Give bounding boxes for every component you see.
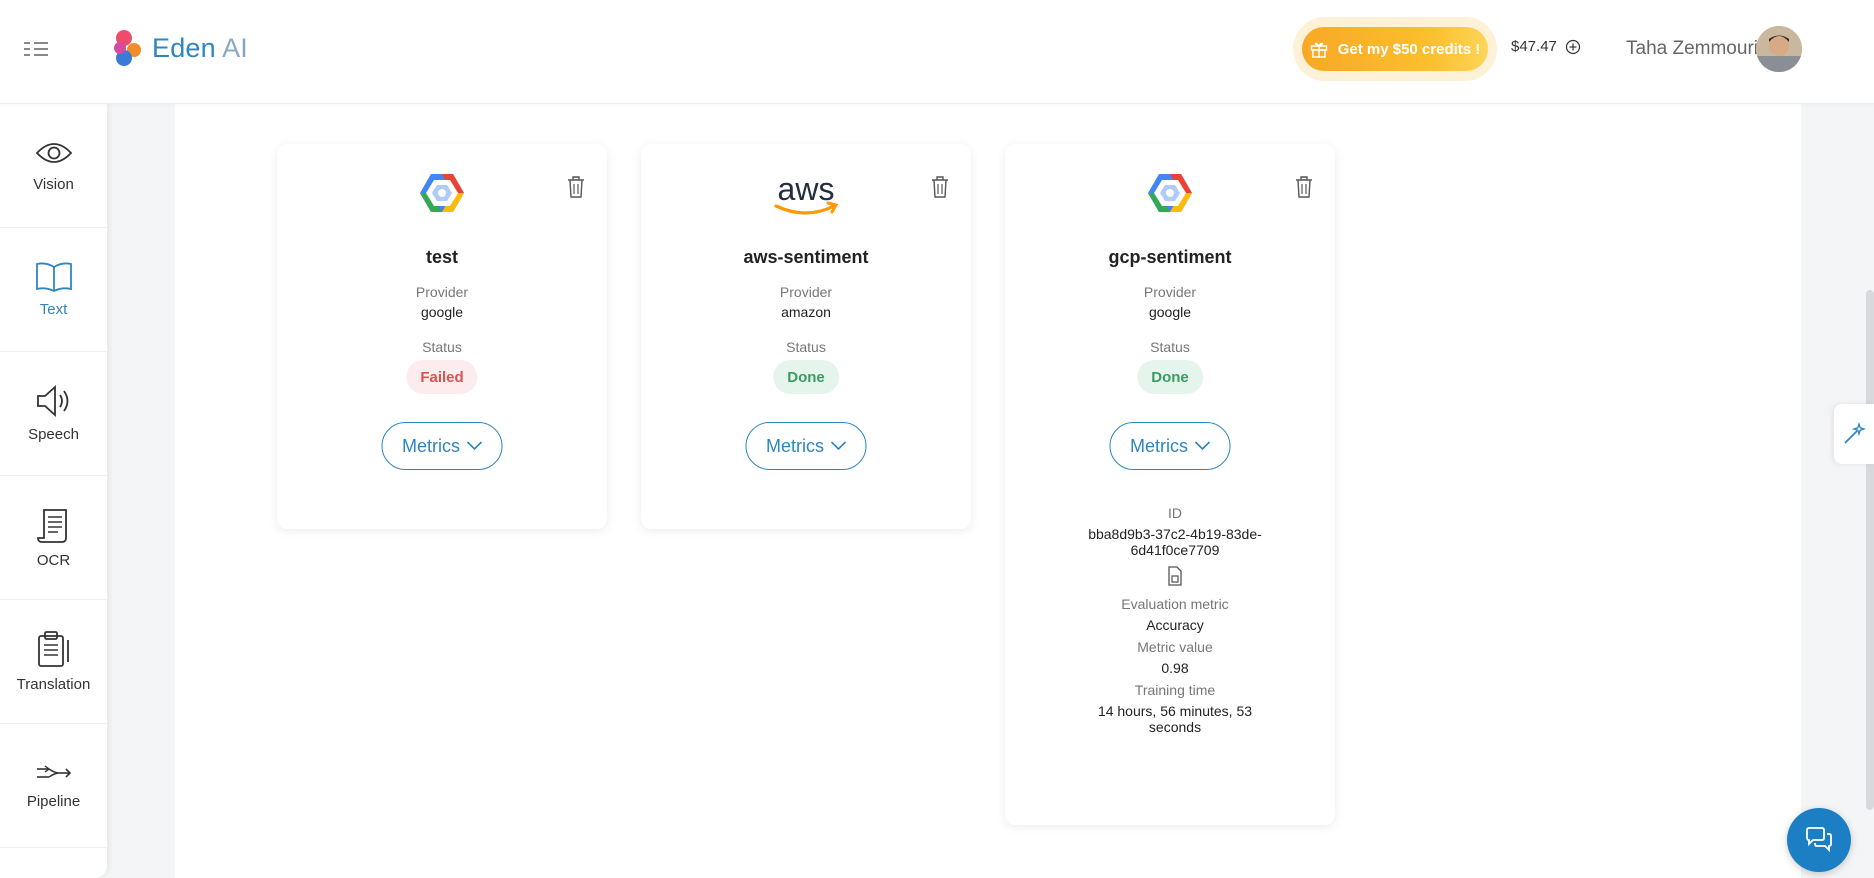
eden-logo-icon: [114, 30, 141, 66]
get-credits-button[interactable]: Get my $50 credits !: [1302, 27, 1488, 71]
sidebar-item-label: Translation: [16, 676, 91, 693]
model-card: aws aws-sentiment Provider amazon Status…: [641, 144, 971, 529]
eye-icon: [35, 143, 72, 163]
sidebar-item-label: OCR: [36, 552, 71, 569]
pipeline-icon: [36, 765, 71, 778]
provider-label: Provider: [1143, 284, 1197, 300]
training-time-line1: 14 hours, 56 minutes, 53: [1097, 703, 1253, 719]
menu-toggle-icon[interactable]: [22, 38, 54, 60]
eden-ai-logo[interactable]: Eden AI: [112, 28, 248, 68]
evaluation-metric-value: Accuracy: [1146, 617, 1204, 633]
avatar[interactable]: [1756, 26, 1802, 72]
scroll-document-icon: [36, 509, 67, 543]
provider-label: Provider: [415, 284, 469, 300]
status-label: Status: [786, 339, 826, 355]
status-label: Status: [1150, 339, 1190, 355]
metrics-label: Metrics: [766, 435, 824, 456]
main-panel: test Provider google Status Failed Metri…: [175, 104, 1801, 878]
aws-logo: aws: [641, 172, 971, 222]
provider-value: amazon: [781, 304, 831, 320]
user-name[interactable]: Taha Zemmouri: [1626, 38, 1758, 60]
sidebar-item-vision[interactable]: Vision: [0, 104, 107, 228]
sidebar-item-pipeline[interactable]: Pipeline: [0, 724, 107, 848]
provider-value: google: [420, 304, 464, 320]
id-value-line1: bba8d9b3-37c2-4b19-83de-: [1088, 526, 1262, 542]
top-header: Eden AI Get my $50 credits ! $47.47 Taha…: [0, 0, 1874, 104]
model-card: gcp-sentiment Provider google Status Don…: [1005, 144, 1335, 825]
sidebar-item-label: Speech: [28, 426, 79, 443]
sidebar-item-label: Vision: [33, 176, 74, 193]
credits-button-halo: Get my $50 credits !: [1293, 17, 1497, 81]
balance-display[interactable]: $47.47: [1511, 38, 1581, 55]
speaker-icon: [36, 384, 68, 418]
sidebar-item-translation[interactable]: Translation: [0, 600, 107, 724]
metrics-button[interactable]: Metrics: [381, 422, 503, 470]
delete-icon[interactable]: [1295, 176, 1313, 203]
delete-icon[interactable]: [567, 176, 585, 203]
training-time-label: Training time: [1134, 682, 1216, 698]
metrics-button[interactable]: Metrics: [745, 422, 867, 470]
model-name: test: [425, 247, 458, 267]
metrics-details: ID bba8d9b3-37c2-4b19-83de- 6d41f0ce7709…: [1015, 505, 1335, 735]
provider-label: Provider: [779, 284, 833, 300]
sidebar-item-label: Pipeline: [26, 793, 81, 810]
metrics-label: Metrics: [402, 435, 460, 456]
status-badge: Done: [773, 360, 839, 394]
get-credits-label: Get my $50 credits !: [1337, 40, 1481, 58]
chevron-down-icon: [466, 441, 482, 451]
logo-text: Eden AI: [152, 32, 248, 63]
status-badge: Done: [1137, 360, 1203, 394]
sidebar-item-label: Text: [39, 301, 68, 318]
id-label: ID: [1168, 505, 1182, 521]
clipboard-icon: [37, 631, 69, 667]
sidebar-item-text[interactable]: Text: [0, 228, 107, 352]
provider-value: google: [1148, 304, 1192, 320]
chevron-down-icon: [1194, 441, 1210, 451]
add-funds-icon[interactable]: [1565, 39, 1581, 55]
svg-text:aws: aws: [778, 172, 835, 207]
google-cloud-logo: [1005, 172, 1335, 222]
status-label: Status: [422, 339, 462, 355]
id-value-line2: 6d41f0ce7709: [1130, 542, 1220, 558]
gift-icon: [1310, 42, 1327, 58]
delete-icon[interactable]: [931, 176, 949, 203]
copy-icon[interactable]: [1015, 565, 1335, 589]
training-time-line2: seconds: [1148, 719, 1202, 735]
chat-support-icon[interactable]: [1787, 808, 1851, 872]
book-icon: [35, 262, 72, 293]
magic-wand-icon[interactable]: [1834, 404, 1874, 464]
model-name: gcp-sentiment: [1108, 247, 1232, 267]
metrics-label: Metrics: [1130, 435, 1188, 456]
evaluation-metric-label: Evaluation metric: [1121, 596, 1229, 612]
sidebar-item-speech[interactable]: Speech: [0, 352, 107, 476]
metric-value-label: Metric value: [1137, 639, 1213, 655]
model-card: test Provider google Status Failed Metri…: [277, 144, 607, 529]
google-cloud-logo: [277, 172, 607, 222]
metrics-button[interactable]: Metrics: [1109, 422, 1231, 470]
balance-amount: $47.47: [1511, 38, 1557, 55]
status-badge: Failed: [406, 360, 478, 394]
sidebar: Vision Text Speech OCR Translation Pipel…: [0, 104, 107, 878]
model-name: aws-sentiment: [743, 247, 869, 267]
metric-value: 0.98: [1161, 660, 1189, 676]
chevron-down-icon: [830, 441, 846, 451]
sidebar-item-ocr[interactable]: OCR: [0, 476, 107, 600]
page-scrollbar[interactable]: [1866, 290, 1874, 810]
